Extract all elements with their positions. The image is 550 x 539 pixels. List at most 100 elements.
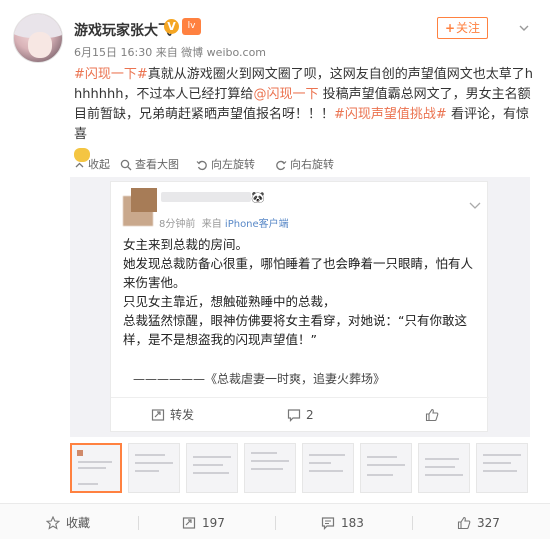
thumbnail-2[interactable] — [128, 443, 180, 493]
repost-count: 197 — [202, 516, 225, 530]
rotate-left-icon — [196, 160, 207, 171]
repost-icon — [151, 409, 165, 421]
thumb-line — [309, 462, 331, 464]
thumb-line — [483, 454, 521, 456]
username[interactable]: 游戏玩家张大飞 — [74, 20, 172, 40]
thumbnail-4[interactable] — [244, 443, 296, 493]
level-badge: lv — [182, 18, 201, 35]
thumb-line — [135, 462, 173, 464]
thumbnail-6[interactable] — [360, 443, 412, 493]
embedded-avatar-mosaic — [131, 188, 157, 212]
thumb-line — [425, 458, 459, 460]
comment-icon — [321, 517, 335, 530]
chevron-down-icon[interactable] — [519, 23, 529, 33]
mention-link[interactable]: @闪现一下 — [253, 87, 318, 102]
thumb-line — [309, 454, 345, 456]
thumbs-up-icon — [457, 516, 471, 530]
chevron-down-icon — [469, 202, 481, 209]
magnifier-icon — [120, 159, 132, 171]
embedded-story-text: 女主来到总裁的房间。 她发现总裁防备心很重，哪怕睡着了也会睁着一只眼睛，怕有人来… — [123, 235, 483, 349]
embedded-post-card: 🐼 8分钟前 来自 iPhone客户端 女主来到总裁的房间。 她发现总裁防备心很… — [110, 181, 489, 432]
post-meta: 6月15日 16:30 来自 微博 weibo.com — [74, 46, 267, 59]
embedded-comment: 2 — [287, 406, 314, 424]
thumb-line — [251, 460, 289, 462]
comment-count: 183 — [341, 516, 364, 530]
thumb-line — [251, 468, 283, 470]
collect-label: 收藏 — [66, 516, 91, 530]
divider — [111, 397, 489, 398]
collapse-button[interactable]: 收起 — [74, 156, 110, 174]
collect-button[interactable]: 收藏 — [45, 514, 91, 532]
thumbnail-5[interactable] — [302, 443, 354, 493]
thumbnail-strip — [70, 443, 532, 493]
rotate-left-button[interactable]: 向左旋转 — [196, 156, 255, 174]
weibo-post: 游戏玩家张大飞 V lv 6月15日 16:30 来自 微博 weibo.com… — [0, 0, 550, 539]
rotate-right-label: 向右旋转 — [290, 158, 334, 171]
story-line: 女主来到总裁的房间。 — [123, 237, 249, 252]
divider — [275, 516, 276, 530]
story-line: 她发现总裁防备心很重，哪怕睡着了也会睁着一只眼睛，怕有人来伤害他。 — [123, 256, 474, 290]
panda-emoji-icon: 🐼 — [251, 191, 265, 204]
avatar-face — [28, 32, 52, 58]
avatar[interactable] — [13, 13, 63, 63]
thumbnail-7[interactable] — [418, 443, 470, 493]
thumb-line — [193, 472, 229, 474]
thumb-line — [483, 470, 517, 472]
divider — [138, 516, 139, 530]
like-count: 327 — [477, 516, 500, 530]
thumb-line — [78, 467, 106, 469]
thumb-line — [367, 456, 397, 458]
repost-icon — [182, 517, 196, 529]
embedded-time: 8分钟前 — [159, 219, 196, 230]
thumbnail-8[interactable] — [476, 443, 528, 493]
embedded-repost: 转发 — [151, 406, 194, 424]
embedded-source: iPhone客户端 — [224, 219, 289, 230]
collapse-icon — [75, 162, 84, 168]
like-button[interactable]: 327 — [457, 514, 500, 532]
thumb-line — [425, 466, 455, 468]
embedded-meta: 8分钟前 来自 iPhone客户端 — [159, 215, 289, 230]
thumb-line — [367, 464, 405, 466]
thumb-line — [78, 483, 98, 485]
thumbnail-1[interactable] — [70, 443, 122, 493]
action-bar: 收藏 197 183 327 — [0, 503, 550, 539]
rotate-right-button[interactable]: 向右旋转 — [275, 156, 334, 174]
divider — [412, 516, 413, 530]
thumb-line — [193, 464, 223, 466]
thumb-line — [483, 462, 511, 464]
thumb-line — [135, 470, 159, 472]
embedded-like — [425, 406, 444, 424]
expanded-image[interactable]: 🐼 8分钟前 来自 iPhone客户端 女主来到总裁的房间。 她发现总裁防备心很… — [70, 177, 530, 437]
post-content: #闪现一下#真就从游戏圈火到网文圈了呗，这网友自创的声望值网文也太草了hhhhh… — [74, 65, 536, 165]
thumb-avatar — [77, 450, 83, 456]
story-title: ——————《总裁虐妻一时爽，追妻火葬场》 — [133, 372, 386, 386]
thumb-line — [425, 474, 463, 476]
hashtag-link[interactable]: #闪现声望值挑战# — [334, 107, 447, 122]
verified-badge: V — [164, 19, 179, 34]
rotate-left-label: 向左旋转 — [211, 158, 255, 171]
thumb-line — [193, 456, 231, 458]
story-line: 只见女主靠近，想触碰熟睡中的总裁， — [123, 294, 336, 309]
story-line: 总裁猛然惊醒，眼神仿佛要将女主看穿，对她说：“只有你敢这样，是不是想盗我的闪现声… — [123, 313, 467, 347]
follow-label: 关注 — [456, 21, 481, 35]
hashtag-link[interactable]: #闪现一下# — [74, 67, 148, 82]
thumb-line — [78, 461, 112, 463]
comment-button[interactable]: 183 — [321, 514, 364, 532]
view-large-button[interactable]: 查看大图 — [120, 156, 179, 174]
thumbnail-3[interactable] — [186, 443, 238, 493]
thumbs-up-icon — [425, 408, 439, 422]
view-large-label: 查看大图 — [135, 158, 179, 171]
thumb-line — [135, 454, 165, 456]
repost-button[interactable]: 197 — [182, 514, 225, 532]
thumb-line — [251, 452, 277, 454]
blurred-username — [161, 192, 251, 202]
embedded-source-prefix: 来自 — [201, 219, 222, 230]
comment-icon — [287, 409, 301, 422]
embedded-repost-label: 转发 — [170, 408, 195, 422]
thumb-line — [309, 470, 343, 472]
plus-icon: + — [444, 21, 456, 35]
thumb-line — [367, 474, 393, 476]
follow-button[interactable]: +关注 — [437, 17, 488, 39]
embedded-comment-count: 2 — [306, 408, 314, 422]
star-icon — [45, 515, 61, 530]
